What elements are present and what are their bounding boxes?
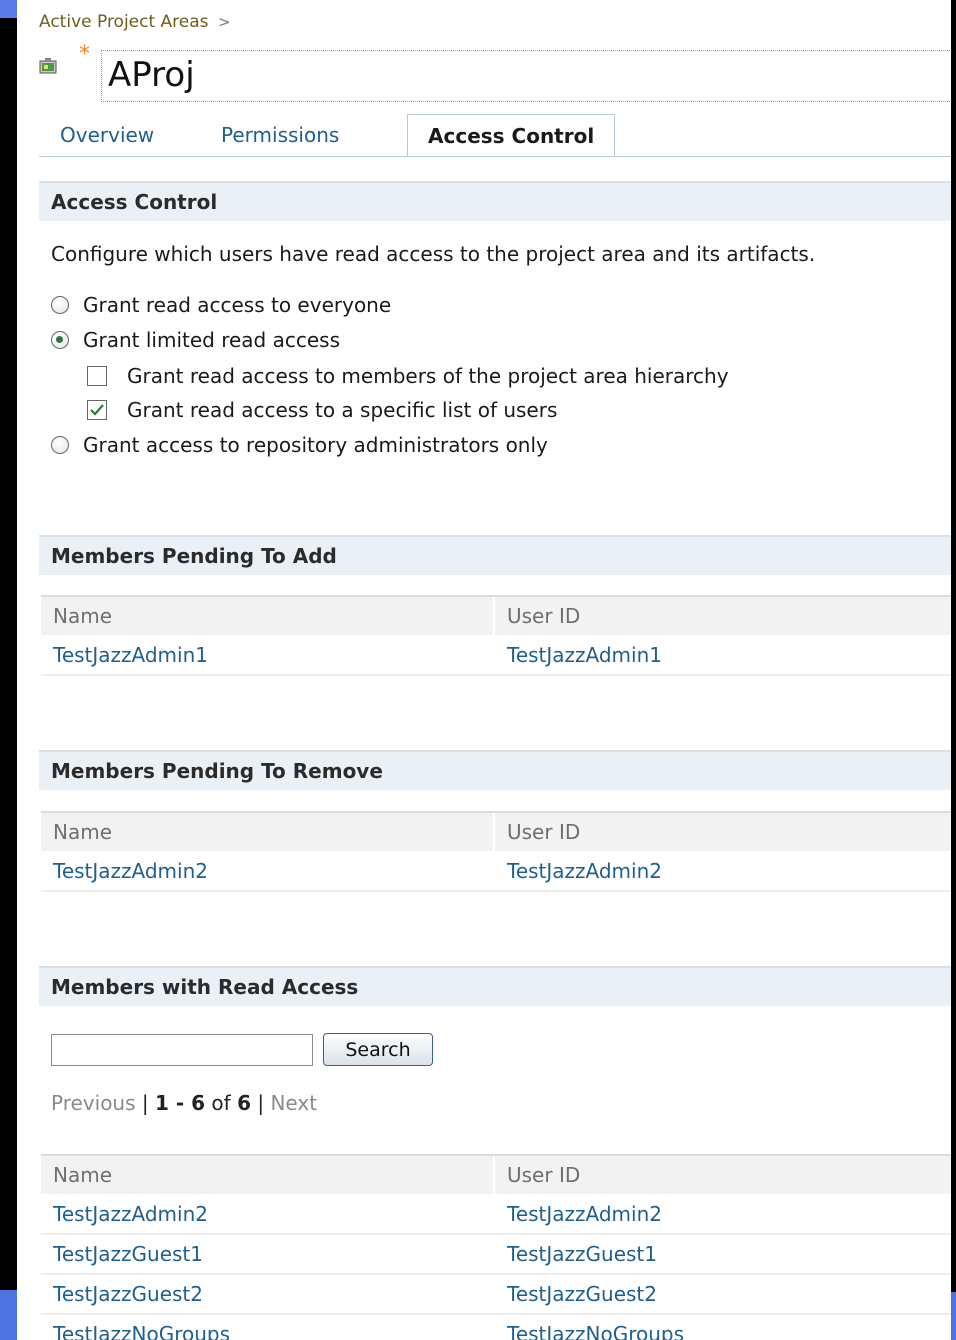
- column-header-name[interactable]: Name: [53, 813, 112, 851]
- pager-of: of: [211, 1091, 231, 1115]
- option-admins-only[interactable]: Grant access to repository administrator…: [51, 433, 548, 457]
- option-admins-only-label: Grant access to repository administrator…: [83, 433, 548, 457]
- member-name-link[interactable]: TestJazzAdmin1: [53, 636, 208, 674]
- pager-separator: |: [257, 1091, 265, 1115]
- checkbox-members-hierarchy[interactable]: [87, 366, 107, 386]
- section-heading-access-control: Access Control: [39, 181, 951, 221]
- option-limited[interactable]: Grant limited read access: [51, 328, 340, 352]
- option-everyone-label: Grant read access to everyone: [83, 293, 392, 317]
- member-name-link[interactable]: TestJazzAdmin2: [53, 852, 208, 890]
- breadcrumb-separator: >: [217, 13, 231, 31]
- radio-admins-only[interactable]: [51, 436, 69, 454]
- member-user-id-link[interactable]: TestJazzGuest1: [507, 1235, 657, 1273]
- column-header-name[interactable]: Name: [53, 1156, 112, 1194]
- column-divider: [493, 1156, 495, 1194]
- column-divider: [493, 813, 495, 851]
- table-header: Name User ID: [41, 595, 951, 636]
- tab-access-control[interactable]: Access Control: [407, 114, 616, 157]
- pager-separator: |: [141, 1091, 149, 1115]
- table-header: Name User ID: [41, 1154, 951, 1195]
- window-frame-corner: [0, 0, 17, 18]
- section-heading-pending-add: Members Pending To Add: [39, 535, 951, 575]
- option-everyone[interactable]: Grant read access to everyone: [51, 293, 391, 317]
- radio-everyone[interactable]: [51, 296, 69, 314]
- access-control-description: Configure which users have read access t…: [51, 242, 816, 266]
- member-user-id-link[interactable]: TestJazzAdmin2: [507, 1195, 662, 1233]
- member-name-link[interactable]: TestJazzGuest2: [53, 1275, 203, 1313]
- member-user-id-link[interactable]: TestJazzGuest2: [507, 1275, 657, 1313]
- column-header-user-id[interactable]: User ID: [507, 597, 580, 635]
- window-frame-corner: [0, 1290, 17, 1340]
- pager-total: 6: [237, 1091, 251, 1115]
- radio-limited[interactable]: [51, 331, 69, 349]
- search-button[interactable]: Search: [323, 1033, 433, 1066]
- member-search-input[interactable]: [51, 1034, 313, 1066]
- section-heading-read-access: Members with Read Access: [39, 966, 951, 1006]
- option-limited-label: Grant limited read access: [83, 328, 340, 352]
- project-title-field[interactable]: AProj: [101, 50, 951, 102]
- editor-tabs: Overview Permissions Access Control: [39, 114, 951, 157]
- table-row: TestJazzAdmin2 TestJazzAdmin2: [41, 852, 951, 892]
- window-frame-right: [951, 0, 956, 1340]
- tab-divider: [39, 156, 951, 157]
- pagination: Previous | 1 - 6 of 6 | Next: [51, 1091, 317, 1115]
- pager-next[interactable]: Next: [270, 1091, 317, 1115]
- member-user-id-link[interactable]: TestJazzAdmin2: [507, 852, 662, 890]
- table-row: TestJazzAdmin2 TestJazzAdmin2: [41, 1195, 951, 1235]
- checkmark-icon: [90, 404, 104, 416]
- option-members-hierarchy[interactable]: Grant read access to members of the proj…: [87, 364, 729, 388]
- breadcrumb-link-active-project-areas[interactable]: Active Project Areas: [39, 12, 209, 32]
- option-specific-list-label: Grant read access to a specific list of …: [127, 398, 558, 422]
- column-divider: [493, 597, 495, 635]
- member-name-link[interactable]: TestJazzGuest1: [53, 1235, 203, 1273]
- page-title: AProj: [108, 55, 195, 95]
- pager-previous[interactable]: Previous: [51, 1091, 136, 1115]
- section-heading-pending-remove: Members Pending To Remove: [39, 750, 951, 790]
- option-members-hierarchy-label: Grant read access to members of the proj…: [127, 364, 729, 388]
- table-row: TestJazzAdmin1 TestJazzAdmin1: [41, 636, 951, 676]
- table-row: TestJazzNoGroups TestJazzNoGroups: [41, 1315, 951, 1340]
- column-header-user-id[interactable]: User ID: [507, 1156, 580, 1194]
- table-header: Name User ID: [41, 811, 951, 852]
- member-name-link[interactable]: TestJazzNoGroups: [53, 1315, 230, 1340]
- column-header-user-id[interactable]: User ID: [507, 813, 580, 851]
- window-frame-left: [0, 0, 17, 1340]
- project-area-editor: Active Project Areas > * AProj Overview …: [17, 0, 951, 1340]
- member-user-id-link[interactable]: TestJazzAdmin1: [507, 636, 662, 674]
- pending-add-table: Name User ID TestJazzAdmin1 TestJazzAdmi…: [41, 595, 951, 676]
- table-row: TestJazzGuest2 TestJazzGuest2: [41, 1275, 951, 1315]
- read-access-table: Name User ID TestJazzAdmin2 TestJazzAdmi…: [41, 1154, 951, 1340]
- option-specific-list[interactable]: Grant read access to a specific list of …: [87, 398, 557, 422]
- pending-remove-table: Name User ID TestJazzAdmin2 TestJazzAdmi…: [41, 811, 951, 892]
- member-name-link[interactable]: TestJazzAdmin2: [53, 1195, 208, 1233]
- tab-permissions[interactable]: Permissions: [221, 114, 339, 156]
- breadcrumb: Active Project Areas >: [39, 12, 231, 32]
- window-frame-corner: [951, 1292, 956, 1340]
- checkbox-specific-list[interactable]: [87, 400, 107, 420]
- unsaved-changes-marker: *: [79, 42, 90, 67]
- project-area-icon: [39, 58, 57, 74]
- member-user-id-link[interactable]: TestJazzNoGroups: [507, 1315, 684, 1340]
- column-header-name[interactable]: Name: [53, 597, 112, 635]
- table-row: TestJazzGuest1 TestJazzGuest1: [41, 1235, 951, 1275]
- tab-overview[interactable]: Overview: [60, 114, 154, 156]
- pager-range: 1 - 6: [155, 1091, 206, 1115]
